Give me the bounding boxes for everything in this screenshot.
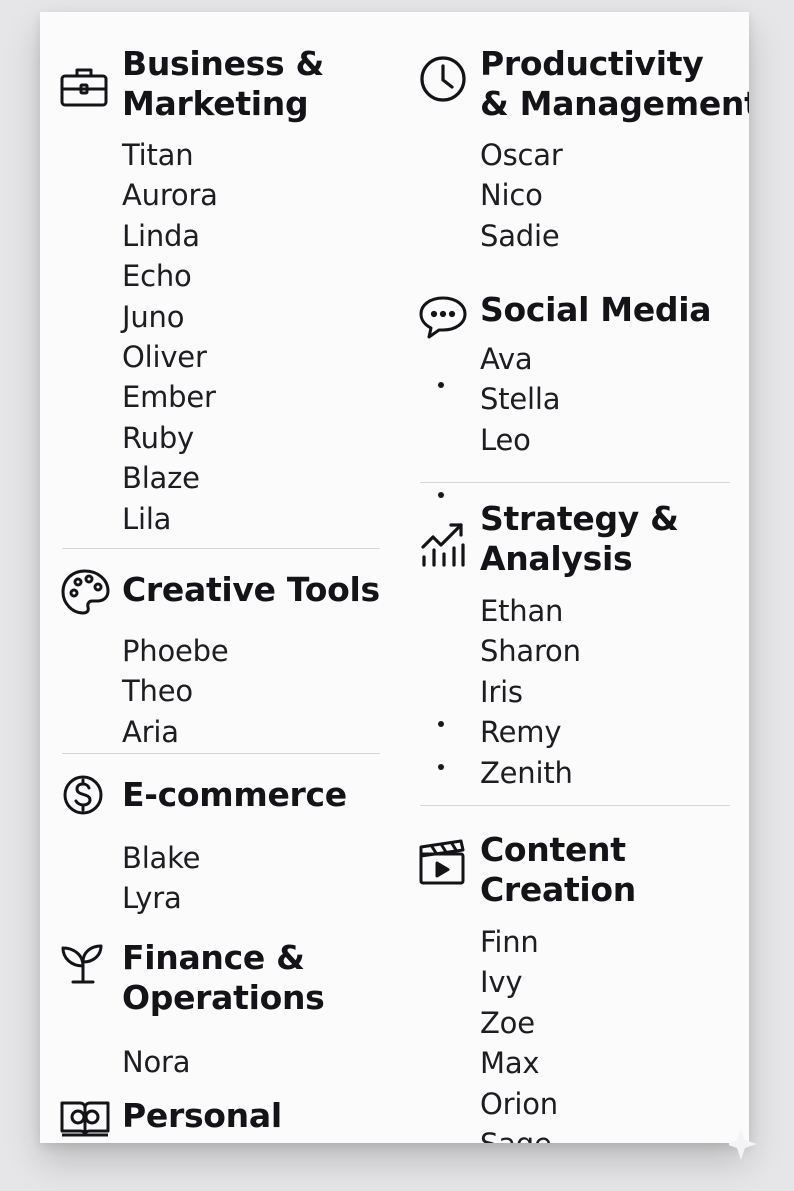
list-item[interactable]: Ruby [122, 418, 218, 458]
list-item[interactable]: Juno [122, 297, 218, 337]
palette-icon [59, 566, 111, 618]
list-item[interactable]: Blake [122, 838, 201, 878]
list-item[interactable]: Finn [480, 922, 558, 962]
list-item[interactable]: Theo [122, 671, 229, 711]
category-title[interactable]: Content Creation [480, 830, 636, 910]
list-item[interactable]: Lila [122, 499, 218, 539]
bullet-dot [438, 382, 444, 388]
list-item[interactable]: Orion [480, 1084, 558, 1124]
list-item[interactable]: Echo [122, 256, 218, 296]
bullet-dot [438, 721, 444, 727]
list-item[interactable]: Blaze [122, 458, 218, 498]
divider [62, 548, 380, 549]
plant-sprout-icon [59, 936, 111, 988]
category-title[interactable]: Social Media [480, 290, 712, 330]
list-item[interactable]: Titan [122, 135, 218, 175]
list-item[interactable]: Sage [480, 1124, 558, 1143]
category-title[interactable]: Strategy & Analysis [480, 499, 679, 579]
bullet-dot [438, 492, 444, 498]
list-item[interactable]: Oliver [122, 337, 218, 377]
clock-icon [417, 53, 469, 105]
list-item[interactable]: Max [480, 1043, 558, 1083]
category-title[interactable]: Business & Marketing [122, 44, 324, 124]
list-item[interactable]: Ember [122, 377, 218, 417]
list-item[interactable]: Lyra [122, 878, 200, 918]
assistant-list: Finn Ivy Zoe Max Orion Sage [480, 922, 558, 1143]
page: Business & Marketing Titan Aurora Linda … [0, 0, 794, 1191]
bullet-dot [438, 764, 444, 770]
category-title[interactable]: Personal [122, 1096, 282, 1136]
assistant-list: Ethan Sharon Iris Remy Zenith [480, 591, 581, 793]
divider [420, 805, 730, 806]
list-item[interactable]: Zenith [480, 753, 581, 793]
category-title[interactable]: E-commerce [122, 775, 347, 815]
chat-bubble-icon [417, 292, 469, 344]
list-item[interactable]: Linda [122, 216, 218, 256]
category-title[interactable]: Creative Tools [122, 570, 380, 610]
dollar-circle-icon [59, 769, 111, 821]
assistant-list: Ava Stella Leo [480, 339, 561, 460]
list-item[interactable]: Ethan [480, 591, 581, 631]
assistant-list: Phoebe Theo Aria [122, 631, 229, 752]
list-item[interactable]: Sharon [480, 631, 581, 671]
assistant-list: Oscar Nico Sadie [480, 135, 563, 256]
list-item[interactable]: Nora [122, 1042, 191, 1082]
list-item[interactable]: Oscar [480, 135, 563, 175]
list-item[interactable]: Sadie [480, 216, 563, 256]
list-item[interactable]: Stella [480, 379, 561, 419]
book-brain-icon [59, 1091, 111, 1143]
assistant-directory-card: Business & Marketing Titan Aurora Linda … [40, 12, 749, 1143]
category-title[interactable]: Finance & Operations [122, 938, 325, 1018]
assistant-list: Nora [122, 1042, 191, 1082]
list-item[interactable]: Remy [480, 712, 581, 752]
list-item[interactable]: Phoebe [122, 631, 229, 671]
list-item[interactable]: Nico [480, 175, 563, 215]
assistant-list: Blake Lyra [122, 838, 201, 919]
assistant-list: Titan Aurora Linda Echo Juno Oliver Embe… [122, 135, 218, 539]
divider [420, 482, 730, 483]
list-item[interactable]: Aurora [122, 175, 218, 215]
sparkle-icon [729, 1128, 757, 1160]
list-item[interactable]: Ivy [480, 962, 558, 1002]
list-item[interactable]: Zoe [480, 1003, 558, 1043]
briefcase-icon [59, 60, 111, 112]
list-item[interactable]: Iris [480, 672, 581, 712]
divider [62, 753, 380, 754]
clapperboard-icon [417, 836, 469, 888]
category-title[interactable]: Productivity & Management [480, 44, 749, 124]
list-item[interactable]: Ava [480, 339, 560, 379]
list-item[interactable]: Leo [480, 420, 560, 460]
growth-chart-icon [417, 517, 469, 569]
list-item[interactable]: Aria [122, 712, 229, 752]
